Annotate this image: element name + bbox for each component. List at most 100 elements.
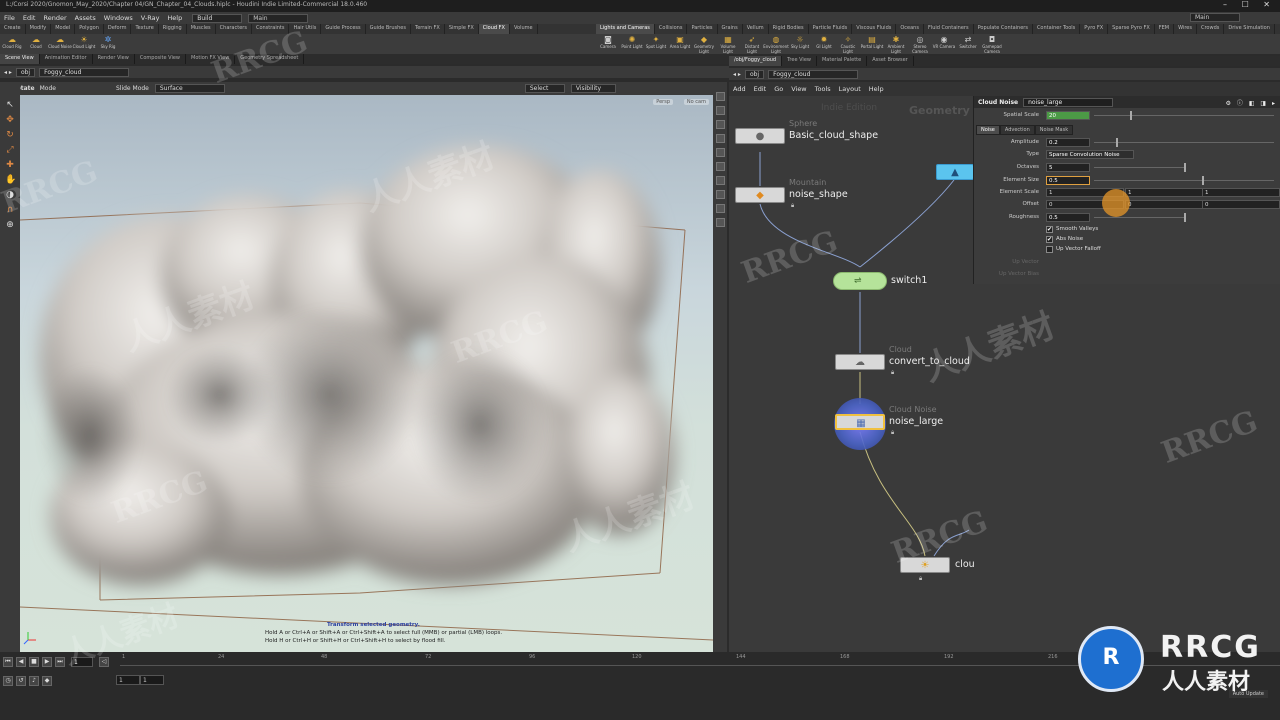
net-path-obj[interactable]: obj — [744, 69, 765, 79]
element-size-field[interactable]: 0.5 — [1046, 176, 1090, 185]
roughness-field[interactable]: 0.5 — [1046, 213, 1090, 222]
tool-portal-light[interactable]: ▤ Portal Light — [860, 34, 884, 54]
current-frame-field[interactable]: 1 — [71, 657, 93, 667]
display-option-icon[interactable] — [715, 106, 725, 115]
amplitude-slider[interactable] — [1094, 138, 1274, 147]
param-toolbar-icons[interactable]: ⚙ ⓘ ◧ ◨ ▸ — [1226, 98, 1277, 107]
element-size-slider[interactable] — [1094, 176, 1274, 185]
spatial-scale-field[interactable]: 20 — [1046, 111, 1090, 120]
shelf-tab-crowds[interactable]: Crowds — [1197, 24, 1225, 34]
tool-environment-light[interactable]: ◍ Environment Light — [763, 34, 789, 54]
keys-icon[interactable]: ◆ — [42, 676, 52, 686]
menu-vray[interactable]: V-Ray — [137, 14, 164, 22]
element-scale-y[interactable]: 1 — [1125, 188, 1203, 197]
persp-menu[interactable]: Persp — [653, 99, 673, 105]
tab-noise[interactable]: Noise — [976, 125, 1000, 135]
shelf-tab-oceans[interactable]: Oceans — [896, 24, 924, 34]
path-obj[interactable]: obj — [15, 67, 36, 77]
stop-icon[interactable]: ■ — [29, 657, 39, 667]
menu-help[interactable]: Help — [163, 14, 186, 22]
shelf-tab-guide-brushes[interactable]: Guide Brushes — [366, 24, 411, 34]
display-option-icon[interactable] — [715, 162, 725, 171]
offset-z[interactable]: 0 — [1202, 200, 1280, 209]
tool-geometry-light[interactable]: ◆ Geometry Light — [692, 34, 716, 54]
tool-cloud-noise[interactable]: ☁ Cloud Noise — [48, 34, 72, 54]
node-name-noise[interactable]: noise_large — [889, 416, 943, 427]
tool-cloud-light[interactable]: ☀ Cloud Light — [72, 34, 96, 54]
shelf-tab-pyro-fx[interactable]: Pyro FX — [1080, 24, 1109, 34]
display-option-icon[interactable] — [715, 218, 725, 227]
mode-label[interactable]: Mode — [40, 85, 56, 92]
node-name-switch[interactable]: switch1 — [891, 275, 927, 286]
node-name-sphere[interactable]: Basic_cloud_shape — [789, 130, 878, 141]
move-tool-icon[interactable]: ✥ — [5, 115, 15, 125]
node-noise-large[interactable]: ▦ — [835, 414, 885, 430]
nav-arrows-icon[interactable]: ◂ ▸ — [4, 69, 12, 76]
net-menu-view[interactable]: View — [787, 85, 810, 93]
shelf-tab-container-tools[interactable]: Container Tools — [1033, 24, 1081, 34]
audio-icon[interactable]: ♪ — [29, 676, 39, 686]
shelf-tab-collisions[interactable]: Collisions — [655, 24, 688, 34]
shelf-tab-particle-fluids[interactable]: Particle Fluids — [809, 24, 853, 34]
shelf-tab-modify[interactable]: Modify — [26, 24, 52, 34]
up-vector-falloff-checkbox[interactable] — [1046, 246, 1053, 253]
magnet-icon[interactable]: ∩ — [5, 205, 15, 215]
shelf-tab-viscous-fluids[interactable]: Viscous Fluids — [852, 24, 897, 34]
lock-icon[interactable]: 🔒︎ — [891, 369, 894, 377]
tab-geometry-spreadsheet[interactable]: Geometry Spreadsheet — [235, 54, 305, 64]
tab-advection[interactable]: Advection — [999, 125, 1035, 135]
tool-sky-rig[interactable]: ✲ Sky Rig — [96, 34, 120, 54]
menu-assets[interactable]: Assets — [71, 14, 100, 22]
shelf-tab-sparse-pyro-fx[interactable]: Sparse Pyro FX — [1108, 24, 1155, 34]
shelf-tab-muscles[interactable]: Muscles — [187, 24, 216, 34]
shelf-tab-texture[interactable]: Texture — [131, 24, 159, 34]
step-back-icon[interactable]: ◀ — [16, 657, 26, 667]
path-foggy-cloud[interactable]: Foggy_cloud — [39, 67, 130, 77]
shelf-tab-deform[interactable]: Deform — [104, 24, 132, 34]
view-tool-icon[interactable]: ◑ — [5, 190, 15, 200]
nav-arrows-icon[interactable]: ◂ ▸ — [733, 71, 741, 78]
display-option-icon[interactable] — [715, 176, 725, 185]
tool-cloud-rig[interactable]: ☁ Cloud Rig — [0, 34, 24, 54]
tool-caustic-light[interactable]: ✧ Caustic Light — [836, 34, 860, 54]
range-end-field[interactable]: 1 — [140, 675, 164, 685]
smooth-valleys-checkbox[interactable]: ✔ — [1046, 226, 1053, 233]
shelf-tab-drive-simulation[interactable]: Drive Simulation — [1224, 24, 1275, 34]
tool-gi-light[interactable]: ✹ GI Light — [812, 34, 836, 54]
tool-sky-light[interactable]: ☼ Sky Light — [788, 34, 812, 54]
display-option-icon[interactable] — [715, 92, 725, 101]
node-mountain[interactable]: ◆ — [735, 187, 785, 203]
spatial-scale-slider[interactable] — [1094, 111, 1274, 120]
tool-distant-light[interactable]: ➶ Distant Light — [740, 34, 764, 54]
node-cloud-output[interactable]: ☀ — [900, 557, 950, 573]
display-option-icon[interactable] — [715, 204, 725, 213]
shelf-tab-hair-utils[interactable]: Hair Utils — [289, 24, 322, 34]
display-option-icon[interactable] — [715, 120, 725, 129]
node-switch[interactable]: ⇌ — [833, 272, 887, 290]
scale-tool-icon[interactable]: ⤢ — [5, 145, 15, 155]
display-option-icon[interactable] — [715, 134, 725, 143]
tool-switcher[interactable]: ⇄ Switcher — [956, 34, 980, 54]
node-name-cloud[interactable]: convert_to_cloud — [889, 356, 970, 367]
tab-motion-fx-view[interactable]: Motion FX View — [186, 54, 236, 64]
tool-stereo-camera[interactable]: ◎ Stereo Camera — [908, 34, 932, 54]
range-start-field[interactable]: 1 — [116, 675, 140, 685]
octaves-slider[interactable] — [1094, 163, 1186, 172]
jump-end-icon[interactable]: ⏭ — [55, 657, 65, 667]
step-prev-key-icon[interactable]: ◁ — [99, 657, 109, 667]
tool-point-light[interactable]: ✺ Point Light — [620, 34, 644, 54]
node-name-mountain[interactable]: noise_shape — [789, 189, 848, 200]
element-scale-z[interactable]: 1 — [1202, 188, 1280, 197]
tool-area-light[interactable]: ▣ Area Light — [668, 34, 692, 54]
scene-viewport[interactable]: Persp No cam Transform selected geometry… — [20, 95, 713, 652]
shelf-tab-fluid-containers[interactable]: Fluid Containers — [924, 24, 974, 34]
net-menu-add[interactable]: Add — [729, 85, 750, 93]
snap-icon[interactable]: ⊕ — [5, 220, 15, 230]
shelf-tab-rigid-bodies[interactable]: Rigid Bodies — [769, 24, 809, 34]
menu-file[interactable]: File — [0, 14, 19, 22]
offset-y[interactable]: 0 — [1125, 200, 1203, 209]
lock-icon[interactable]: 🔒︎ — [919, 575, 922, 583]
display-option-icon[interactable] — [715, 190, 725, 199]
shelf-tab-create[interactable]: Create — [0, 24, 26, 34]
tool-cloud[interactable]: ☁ Cloud — [24, 34, 48, 54]
